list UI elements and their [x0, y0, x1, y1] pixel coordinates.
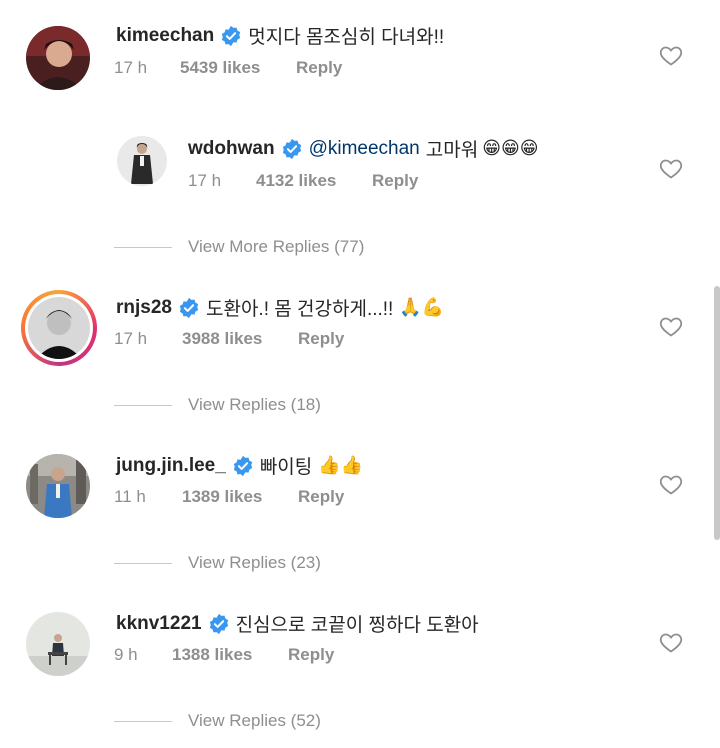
- heart-outline-icon[interactable]: [659, 315, 683, 337]
- avatar[interactable]: [26, 454, 90, 518]
- comment-line: wdohwan @kimeechan 고마워 😁😁😁: [188, 135, 538, 162]
- comment-line: kknv1221 진심으로 코끝이 찡하다 도환아: [116, 610, 479, 637]
- username[interactable]: kimeechan: [116, 25, 214, 47]
- comment-meta: 17 h 5439 likes Reply: [114, 58, 342, 78]
- comment-line: jung.jin.lee_ 빠이팅 👍👍: [116, 452, 363, 479]
- comment-meta: 17 h 4132 likes Reply: [188, 171, 418, 191]
- reply-button[interactable]: Reply: [296, 58, 342, 78]
- likes-count[interactable]: 1389 likes: [182, 487, 298, 507]
- mention-link[interactable]: @kimeechan: [309, 138, 420, 160]
- verified-badge-icon: [281, 138, 303, 160]
- divider: [114, 562, 172, 564]
- verified-badge-icon: [232, 455, 254, 477]
- comment-meta: 11 h 1389 likes Reply: [114, 487, 344, 507]
- view-replies-label[interactable]: View Replies (18): [188, 395, 321, 415]
- verified-badge-icon: [178, 297, 200, 319]
- timestamp: 11 h: [114, 487, 146, 506]
- view-replies-button[interactable]: View More Replies (77): [114, 237, 364, 257]
- timestamp: 9 h: [114, 645, 138, 664]
- view-replies-label[interactable]: View Replies (52): [188, 711, 321, 731]
- comment-text: 진심으로 코끝이 찡하다 도환아: [235, 615, 479, 636]
- username[interactable]: jung.jin.lee_: [116, 455, 226, 477]
- likes-count[interactable]: 3988 likes: [182, 329, 298, 349]
- heart-outline-icon[interactable]: [659, 44, 683, 66]
- username[interactable]: kknv1221: [116, 613, 202, 635]
- likes-count[interactable]: 1388 likes: [172, 645, 288, 665]
- view-replies-button[interactable]: View Replies (23): [114, 553, 321, 573]
- emoji: 👍👍: [318, 455, 364, 476]
- verified-badge-icon: [220, 25, 242, 47]
- avatar[interactable]: [26, 612, 90, 676]
- timestamp: 17 h: [114, 329, 148, 348]
- avatar[interactable]: [28, 297, 90, 359]
- emoji: 🙏💪: [399, 297, 445, 318]
- username[interactable]: wdohwan: [188, 138, 275, 160]
- heart-outline-icon[interactable]: [659, 157, 683, 179]
- divider: [114, 246, 172, 248]
- likes-count[interactable]: 5439 likes: [180, 58, 296, 78]
- view-replies-label[interactable]: View Replies (23): [188, 553, 321, 573]
- reply-button[interactable]: Reply: [298, 329, 344, 349]
- view-replies-button[interactable]: View Replies (52): [114, 711, 321, 731]
- view-replies-label[interactable]: View More Replies (77): [188, 237, 364, 257]
- reply-button[interactable]: Reply: [372, 171, 418, 191]
- comment-text: 고마워: [425, 140, 479, 161]
- scrollbar[interactable]: [714, 286, 720, 540]
- avatar[interactable]: [26, 26, 90, 90]
- likes-count[interactable]: 4132 likes: [256, 171, 372, 191]
- reply-button[interactable]: Reply: [288, 645, 334, 665]
- emoji: 😁😁😁: [482, 138, 539, 159]
- story-ring[interactable]: [21, 290, 97, 366]
- comment-line: kimeechan 멋지다 몸조심히 다녀와!!: [116, 22, 444, 49]
- comment-meta: 17 h 3988 likes Reply: [114, 329, 344, 349]
- comment-meta: 9 h 1388 likes Reply: [114, 645, 334, 665]
- divider: [114, 404, 172, 406]
- heart-outline-icon[interactable]: [659, 631, 683, 653]
- comment-text: 멋지다 몸조심히 다녀와!!: [248, 27, 445, 48]
- timestamp: 17 h: [114, 58, 148, 77]
- timestamp: 17 h: [188, 171, 222, 190]
- reply-button[interactable]: Reply: [298, 487, 344, 507]
- verified-badge-icon: [208, 613, 230, 635]
- comment-text: 도환아.! 몸 건강하게...!!: [205, 299, 394, 320]
- view-replies-button[interactable]: View Replies (18): [114, 395, 321, 415]
- avatar[interactable]: [117, 136, 167, 186]
- divider: [114, 720, 172, 722]
- comment-text: 빠이팅: [259, 457, 313, 478]
- username[interactable]: rnjs28: [116, 297, 172, 319]
- heart-outline-icon[interactable]: [659, 473, 683, 495]
- comment-line: rnjs28 도환아.! 몸 건강하게...!! 🙏💪: [116, 294, 444, 321]
